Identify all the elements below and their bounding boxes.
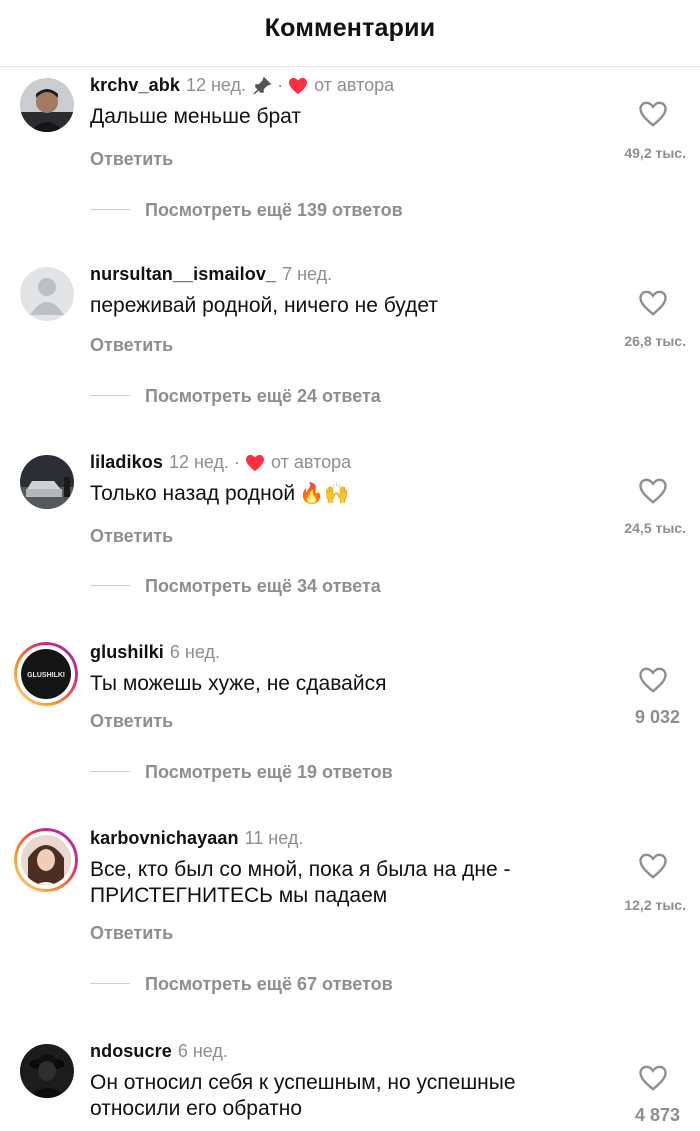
timestamp: 6 нед. [169,642,220,662]
comment-meta: karbovnichayaan 11 нед. [90,828,303,849]
comment-meta: nursultan__ismailov_ 7 нед. [90,264,332,285]
like-heart-icon[interactable] [638,100,668,128]
reply-button[interactable]: Ответить [90,923,173,944]
view-more-replies[interactable]: Посмотреть ещё 139 ответов [145,200,403,221]
username[interactable]: ndosucre [90,1041,172,1062]
avatar[interactable] [20,455,74,509]
liked-by-author-label: от автора [271,452,352,472]
divider [90,209,130,210]
username[interactable]: karbovnichayaan [90,828,239,849]
comment-text-body: Только назад родной [90,482,296,505]
username[interactable]: nursultan__ismailov_ [90,264,276,285]
comment-text: переживай родной, ничего не будет [90,294,438,317]
avatar[interactable] [20,78,74,132]
pin-icon [252,76,272,96]
comment-text: Только назад родной 🔥🙌 [90,481,570,507]
reply-button[interactable]: Ответить [90,711,173,732]
separator: · [234,452,241,472]
timestamp: 6 нед. [177,1041,228,1061]
comment-meta: ndosucre 6 нед. [90,1041,228,1062]
timestamp: 12 нед. [168,452,230,472]
like-heart-icon[interactable] [638,477,668,505]
divider [90,585,130,586]
view-more-replies[interactable]: Посмотреть ещё 67 ответов [145,974,393,995]
username[interactable]: krchv_abk [90,75,180,96]
page-title: Комментарии [264,14,436,42]
like-heart-icon[interactable] [638,666,668,694]
like-heart-icon[interactable] [638,289,668,317]
view-more-replies[interactable]: Посмотреть ещё 19 ответов [145,762,393,783]
like-heart-icon[interactable] [638,1064,668,1092]
username[interactable]: glushilki [90,642,164,663]
comment-meta: liladikos 12 нед. · от автора [90,452,351,473]
comment-meta: krchv_abk 12 нед. · от автора [90,75,394,96]
avatar[interactable]: GLUSHILKI [14,642,78,706]
separator: · [277,75,284,95]
comment-text: Он относил себя к успешным, но успешные … [90,1071,516,1120]
fire-hands-emoji: 🔥🙌 [299,483,349,505]
like-count: 12,2 тыс. [624,897,686,913]
divider [90,395,130,396]
avatar-logo-text: GLUSHILKI [27,672,65,679]
reply-button[interactable]: Ответить [90,335,173,356]
username[interactable]: liladikos [90,452,163,473]
reply-button[interactable]: Ответить [90,526,173,547]
comment-meta: glushilki 6 нед. [90,642,220,663]
avatar[interactable] [14,828,78,892]
liked-by-author-label: от автора [314,75,395,95]
comment-text: Ты можешь хуже, не сдавайся [90,672,387,695]
author-heart-icon [245,454,265,472]
divider [90,983,130,984]
like-count: 9 032 [634,707,680,727]
like-count: 24,5 тыс. [624,520,686,536]
view-more-replies[interactable]: Посмотреть ещё 24 ответа [145,386,381,407]
view-more-replies[interactable]: Посмотреть ещё 34 ответа [145,576,381,597]
author-heart-icon [288,77,308,95]
comments-header: Комментарии [0,0,700,67]
avatar[interactable] [20,1044,74,1098]
timestamp: 7 нед. [282,264,333,284]
reply-button[interactable]: Ответить [90,149,173,170]
avatar[interactable] [20,267,74,321]
comment-text: Дальше меньше брат [90,105,302,128]
like-count: 49,2 тыс. [624,145,686,161]
like-count: 4 873 [634,1105,680,1125]
timestamp: 12 нед. [185,75,247,95]
like-heart-icon[interactable] [638,852,668,880]
divider [90,771,130,772]
timestamp: 11 нед. [244,828,304,848]
like-count: 26,8 тыс. [624,333,686,349]
comment-text: Все, кто был со мной, пока я была на дне… [90,858,511,907]
